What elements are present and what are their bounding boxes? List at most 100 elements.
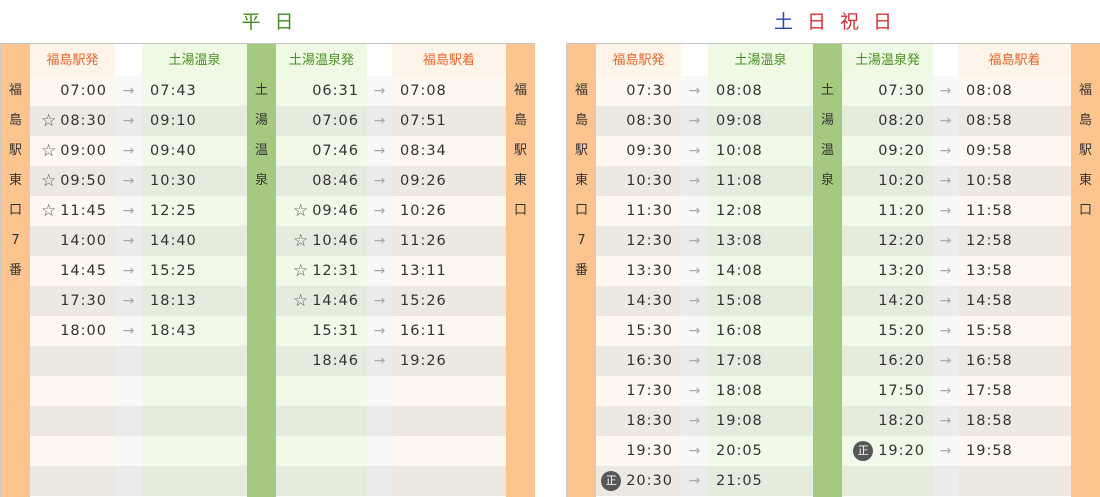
arrow-icon: → — [939, 83, 952, 99]
arrow-icon: → — [688, 143, 701, 159]
time-text: 07:30 — [626, 83, 673, 99]
outbound-departure-time: 09:30 — [596, 136, 681, 166]
outbound-arrival-time: 10:30 — [150, 173, 197, 189]
onsen-label-char: 湯 — [820, 113, 834, 128]
stop-label-right-char: 口 — [513, 203, 527, 218]
row-stripe — [30, 466, 115, 496]
time-text: 09:46 — [312, 203, 359, 219]
arrow-icon: → — [688, 173, 701, 189]
outbound-arrival-time: 14:40 — [150, 233, 197, 249]
return-arrival-time: 16:11 — [400, 323, 447, 339]
arrow-icon: → — [688, 383, 701, 399]
time-text: 08:30 — [60, 113, 107, 129]
return-arrival-time: 10:58 — [966, 173, 1013, 189]
stop-label-left-char: 番 — [8, 263, 22, 278]
arrow-icon: → — [122, 233, 135, 249]
time-text: 12:31 — [312, 263, 359, 279]
return-arrival-time: 12:58 — [966, 233, 1013, 249]
return-departure-time: 07:30 — [842, 76, 933, 106]
return-arrival-time: 15:26 — [400, 293, 447, 309]
row-stripe — [115, 376, 142, 406]
arrow-icon: → — [688, 443, 701, 459]
header-outbound-arrival: 土湯温泉 — [734, 53, 787, 68]
return-departure-time: 18:46 — [276, 346, 367, 376]
row-stripe — [842, 466, 933, 496]
outbound-arrival-time: 11:08 — [716, 173, 763, 189]
return-departure-time: 08:20 — [842, 106, 933, 136]
stop-label-left-char: 7 — [577, 233, 586, 248]
outbound-departure-time: 07:00 — [30, 76, 115, 106]
time-text: 06:31 — [312, 83, 359, 99]
return-arrival-time: 09:26 — [400, 173, 447, 189]
stop-label-left-char: 駅 — [574, 143, 588, 158]
outbound-departure-time: 11:30 — [596, 196, 681, 226]
star-icon: ☆ — [292, 261, 309, 281]
time-text: 09:50 — [60, 173, 107, 189]
outbound-arrival-time: 17:08 — [716, 353, 763, 369]
return-departure-time: 15:20 — [842, 316, 933, 346]
arrow-icon: → — [939, 113, 952, 129]
holiday-timetable: 福島駅東口 7 番土湯温泉福島駅東口福島駅発 土湯温泉 土湯温泉発 福島駅着 07:30 → 0… — [566, 43, 1100, 497]
return-arrival-time: 08:08 — [966, 83, 1013, 99]
outbound-departure-time: ☆ 09:50 — [30, 166, 115, 196]
return-arrival-time: 15:58 — [966, 323, 1013, 339]
time-text: 09:00 — [60, 143, 107, 159]
outbound-arrival-time: 07:43 — [150, 83, 197, 99]
stop-label-right-char: 島 — [513, 113, 527, 128]
arrow-icon: → — [122, 113, 135, 129]
row-stripe — [30, 436, 115, 466]
arrow-icon: → — [939, 383, 952, 399]
onsen-label-char: 湯 — [254, 113, 268, 128]
arrow-icon: → — [939, 323, 952, 339]
time-text: 07:46 — [312, 143, 359, 159]
row-stripe — [142, 436, 247, 466]
return-departure-time: 12:20 — [842, 226, 933, 256]
return-departure-time: 06:31 — [276, 76, 367, 106]
arrow-icon: → — [688, 323, 701, 339]
onsen-label: 土湯温泉 — [247, 44, 276, 497]
outbound-departure-time: 08:30 — [596, 106, 681, 136]
stop-label-right-char: 福 — [513, 83, 527, 98]
header-outbound-arrival: 土湯温泉 — [168, 53, 221, 68]
time-text: 11:45 — [60, 203, 107, 219]
time-text: 18:20 — [878, 413, 925, 429]
stop-label-right: 福島駅東口 — [506, 44, 535, 497]
time-text: 20:30 — [626, 473, 673, 489]
row-stripe — [933, 466, 958, 496]
time-text: 17:30 — [60, 293, 107, 309]
arrow-icon: → — [688, 413, 701, 429]
return-departure-time: 10:20 — [842, 166, 933, 196]
stop-label-left-char: 番 — [574, 263, 588, 278]
outbound-arrival-time: 15:08 — [716, 293, 763, 309]
return-arrival-time: 11:26 — [400, 233, 447, 249]
outbound-arrival-time: 13:08 — [716, 233, 763, 249]
weekday-title-char: 日 — [274, 11, 308, 33]
return-arrival-time: 07:08 — [400, 83, 447, 99]
column-header-bg — [115, 44, 142, 76]
outbound-departure-time: 14:00 — [30, 226, 115, 256]
stop-label-right-char: 福 — [1078, 83, 1092, 98]
arrow-icon: → — [373, 173, 386, 189]
row-stripe — [276, 466, 367, 496]
time-text: 15:31 — [312, 323, 359, 339]
row-stripe — [142, 376, 247, 406]
outbound-arrival-time: 19:08 — [716, 413, 763, 429]
row-stripe — [392, 406, 506, 436]
outbound-departure-time: 17:30 — [30, 286, 115, 316]
arrow-icon: → — [122, 143, 135, 159]
onsen-label-char: 泉 — [820, 173, 834, 188]
star-icon: ☆ — [40, 111, 57, 131]
arrow-icon: → — [939, 293, 952, 309]
arrow-icon: → — [688, 263, 701, 279]
arrow-icon: → — [688, 203, 701, 219]
arrow-icon: → — [122, 173, 135, 189]
column-header-bg — [367, 44, 392, 76]
outbound-arrival-time: 15:25 — [150, 263, 197, 279]
header-return-departure: 土湯温泉発 — [854, 53, 920, 68]
arrow-icon: → — [939, 263, 952, 279]
row-stripe — [367, 466, 392, 496]
header-outbound-departure: 福島駅発 — [612, 53, 665, 68]
outbound-arrival-time: 10:08 — [716, 143, 763, 159]
time-text: 14:00 — [60, 233, 107, 249]
arrow-icon: → — [688, 83, 701, 99]
